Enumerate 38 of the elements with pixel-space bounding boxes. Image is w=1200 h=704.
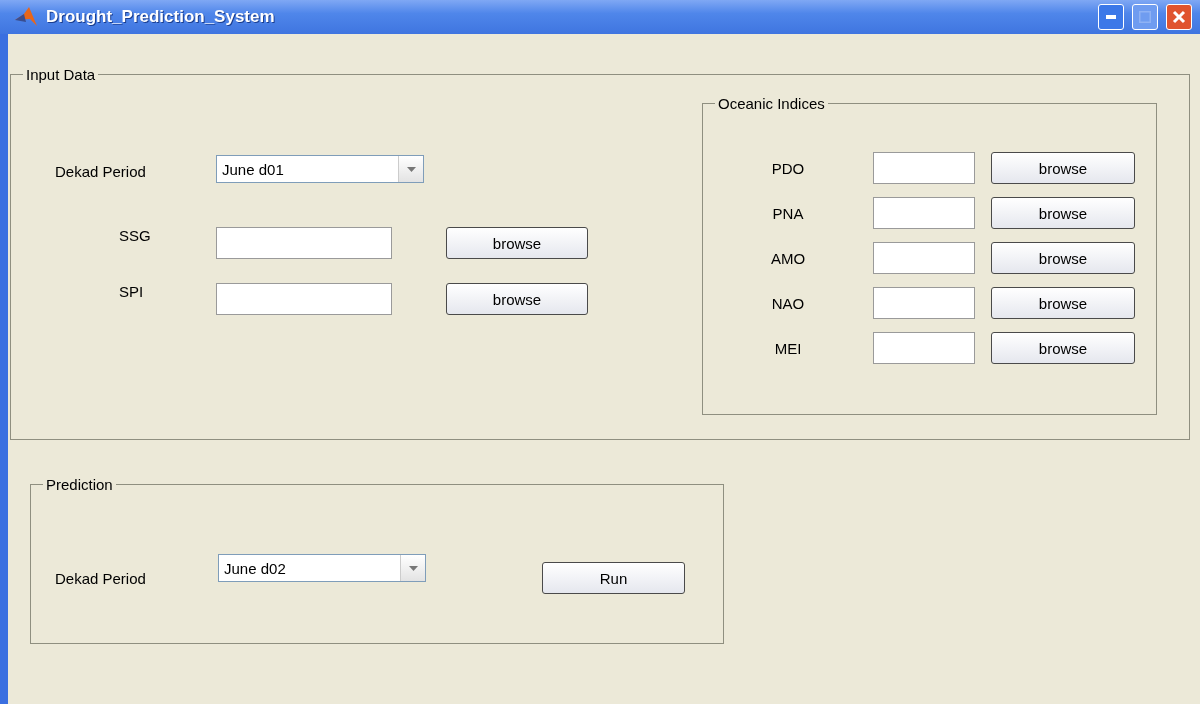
browse-button[interactable]: browse bbox=[446, 283, 588, 315]
run-button[interactable]: Run bbox=[542, 562, 685, 594]
dropdown-value: June d02 bbox=[224, 559, 286, 577]
input-field[interactable] bbox=[873, 287, 975, 319]
field-label: Dekad Period bbox=[55, 569, 147, 587]
panel-title: Prediction bbox=[45, 476, 114, 493]
panel-title: Oceanic Indices bbox=[717, 95, 826, 112]
field-label: Dekad Period bbox=[54, 163, 147, 182]
close-button[interactable] bbox=[1166, 4, 1192, 30]
browse-button[interactable]: browse bbox=[991, 332, 1135, 364]
dropdown[interactable]: June d01 bbox=[216, 155, 424, 183]
browse-button[interactable]: browse bbox=[446, 227, 588, 259]
field-label: AMO bbox=[769, 249, 807, 267]
field-label: MEI bbox=[773, 339, 803, 357]
browse-button[interactable]: browse bbox=[991, 242, 1135, 274]
browse-button[interactable]: browse bbox=[991, 197, 1135, 229]
minimize-button[interactable] bbox=[1098, 4, 1124, 30]
maximize-button[interactable] bbox=[1132, 4, 1158, 30]
panel-title: Input Data bbox=[25, 66, 97, 83]
input-field[interactable] bbox=[216, 283, 392, 315]
field-label: PDO bbox=[770, 159, 806, 177]
field-label: SSG bbox=[118, 227, 152, 246]
field-label: NAO bbox=[770, 294, 806, 312]
window-title: Drought_Prediction_System bbox=[46, 7, 276, 27]
input-field[interactable] bbox=[873, 152, 975, 184]
maximize-icon bbox=[1139, 11, 1151, 23]
input-field[interactable] bbox=[873, 197, 975, 229]
field-label: PNA bbox=[771, 204, 805, 222]
browse-button[interactable]: browse bbox=[991, 287, 1135, 319]
browse-button[interactable]: browse bbox=[991, 152, 1135, 184]
dropdown-value: June d01 bbox=[222, 160, 284, 178]
field-label: SPI bbox=[118, 283, 145, 302]
input-field[interactable] bbox=[216, 227, 392, 259]
dropdown[interactable]: June d02 bbox=[218, 554, 426, 582]
minimize-icon bbox=[1106, 15, 1116, 19]
close-icon bbox=[1172, 10, 1186, 24]
input-field[interactable] bbox=[873, 332, 975, 364]
input-field[interactable] bbox=[873, 242, 975, 274]
